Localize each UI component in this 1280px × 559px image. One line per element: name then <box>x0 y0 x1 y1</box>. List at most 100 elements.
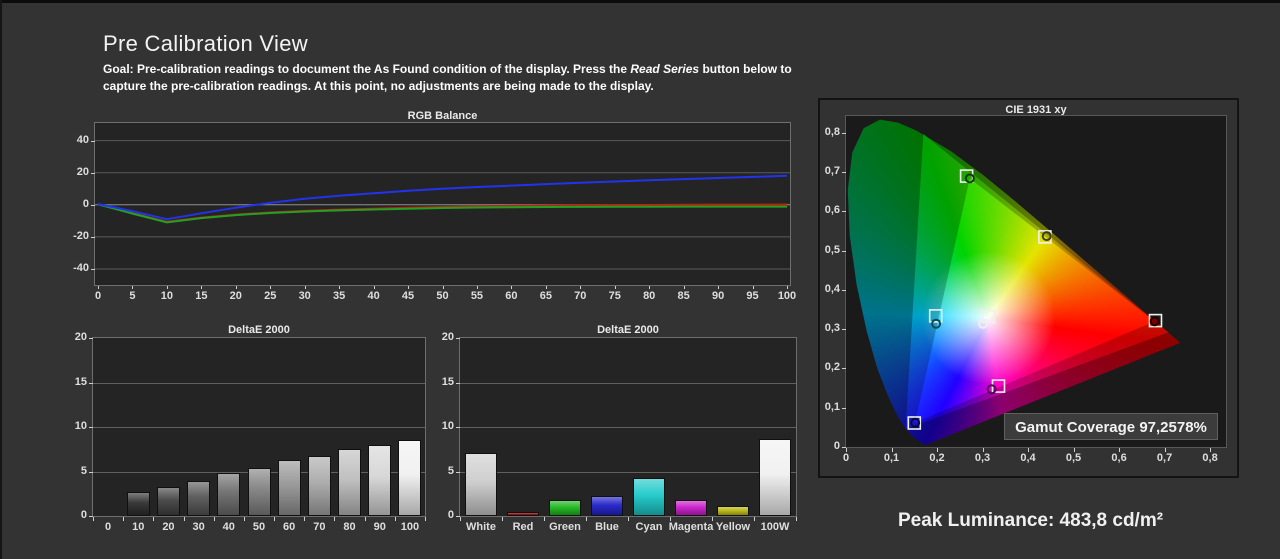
x-tick-label: 15 <box>195 290 208 302</box>
x-tick-label: 55 <box>470 290 484 302</box>
x-tick-label: 30 <box>298 290 311 302</box>
axis-tick <box>670 517 671 521</box>
axis-tick <box>712 517 713 521</box>
gridline <box>460 382 796 384</box>
y-tick-label: 0,1 <box>824 400 840 413</box>
axis-tick <box>213 517 215 521</box>
x-tick-label: 0,3 <box>974 452 991 464</box>
y-tick-label: 0 <box>833 440 840 452</box>
axis-tick <box>364 517 366 521</box>
rgb-balance-plot <box>94 122 791 286</box>
bar-20 <box>157 486 180 516</box>
axis-tick <box>243 517 245 521</box>
y-tick-label: 0,5 <box>824 243 840 256</box>
y-tick-label: 15 <box>441 375 454 388</box>
goal-text: Goal: Pre-calibration readings to docume… <box>103 61 883 95</box>
goal-line-2: capture the pre-calibration readings. At… <box>103 79 654 93</box>
gridline <box>93 382 425 384</box>
axis-tick <box>1073 448 1075 452</box>
axis-tick <box>89 338 93 339</box>
axis-tick <box>408 286 410 289</box>
x-tick-label: 100W <box>760 521 790 533</box>
axis-tick <box>91 204 95 206</box>
bar-90 <box>368 444 392 516</box>
x-tick-label: 0,6 <box>1111 452 1127 464</box>
axis-tick <box>304 517 306 521</box>
y-tick-label: 5 <box>447 464 454 477</box>
bar-70 <box>307 455 331 516</box>
y-tick-label: 20 <box>441 331 454 343</box>
bar-30 <box>187 481 211 516</box>
axis-tick <box>842 250 846 252</box>
axis-tick <box>456 427 460 428</box>
x-tick-label: 85 <box>677 290 690 302</box>
y-tick-label: 0,4 <box>824 282 840 295</box>
y-tick-label: 40 <box>76 133 89 146</box>
y-tick-label: 0 <box>82 197 89 210</box>
x-tick-label: 50 <box>436 290 449 302</box>
axis-tick <box>842 132 846 134</box>
x-tick-label: 100 <box>400 521 420 533</box>
axis-tick <box>235 286 237 289</box>
bar-50 <box>247 467 271 516</box>
peak-luminance: Peak Luminance: 483,8 cd/m² <box>898 510 1164 531</box>
y-tick-label: 0,8 <box>824 125 840 138</box>
gridline <box>460 471 796 473</box>
bar-100w <box>759 438 791 516</box>
axis-tick <box>274 517 276 521</box>
bar-yellow <box>717 506 749 516</box>
x-tick-label: 10 <box>160 290 174 302</box>
rgb-balance-canvas <box>95 140 790 270</box>
x-tick-label: 95 <box>746 290 759 302</box>
axis-tick <box>91 236 95 238</box>
cie-1931-plot <box>845 115 1227 448</box>
axis-tick <box>456 382 460 384</box>
cie-1931-title: CIE 1931 xy <box>1005 104 1067 116</box>
bar-100 <box>398 439 422 516</box>
bar-cyan <box>633 477 665 516</box>
x-tick-label: 0 <box>94 290 102 302</box>
y-tick-label: 0,3 <box>824 322 840 335</box>
axis-tick <box>754 517 755 521</box>
axis-tick <box>937 448 939 452</box>
bar-40 <box>217 473 241 516</box>
axis-tick <box>166 286 168 289</box>
y-tick-label: 0,7 <box>824 165 840 178</box>
axis-tick <box>339 286 341 289</box>
axis-tick <box>91 172 95 174</box>
axis-tick <box>456 338 460 339</box>
axis-tick <box>98 286 99 289</box>
axis-tick <box>796 517 797 521</box>
x-tick-label: 65 <box>539 290 552 302</box>
x-tick-label: 20 <box>229 290 242 302</box>
blue-measured-marker <box>910 417 921 428</box>
y-tick-label: 10 <box>74 420 87 432</box>
axis-tick <box>460 517 461 521</box>
axis-tick <box>1028 448 1030 452</box>
axis-tick <box>442 286 444 289</box>
axis-tick <box>334 517 336 521</box>
bar-green <box>549 500 581 516</box>
axis-tick <box>91 268 95 270</box>
axis-tick <box>1119 448 1121 452</box>
x-tick-label: 25 <box>264 290 277 302</box>
axis-tick <box>649 286 651 289</box>
pre-calibration-view: Pre Calibration View Goal: Pre-calibrati… <box>0 0 1280 559</box>
top-strip <box>0 0 1280 3</box>
axis-tick <box>456 471 460 473</box>
bar-red <box>507 511 539 516</box>
x-tick-label: 0,4 <box>1020 452 1036 464</box>
axis-tick <box>545 286 547 289</box>
blue-line <box>97 174 788 221</box>
axis-tick <box>93 517 94 521</box>
axis-tick <box>842 289 846 291</box>
y-tick-label: 0,6 <box>824 204 840 217</box>
gamut-coverage-badge: Gamut Coverage 97,2578% <box>1004 413 1218 440</box>
axis-tick <box>201 286 203 289</box>
red-measured-marker <box>1149 316 1160 327</box>
axis-tick <box>544 517 545 521</box>
deltae-plot <box>92 337 426 517</box>
x-tick-label: 45 <box>401 290 415 302</box>
axis-tick <box>982 448 984 452</box>
x-tick-label: 0,1 <box>883 452 900 464</box>
